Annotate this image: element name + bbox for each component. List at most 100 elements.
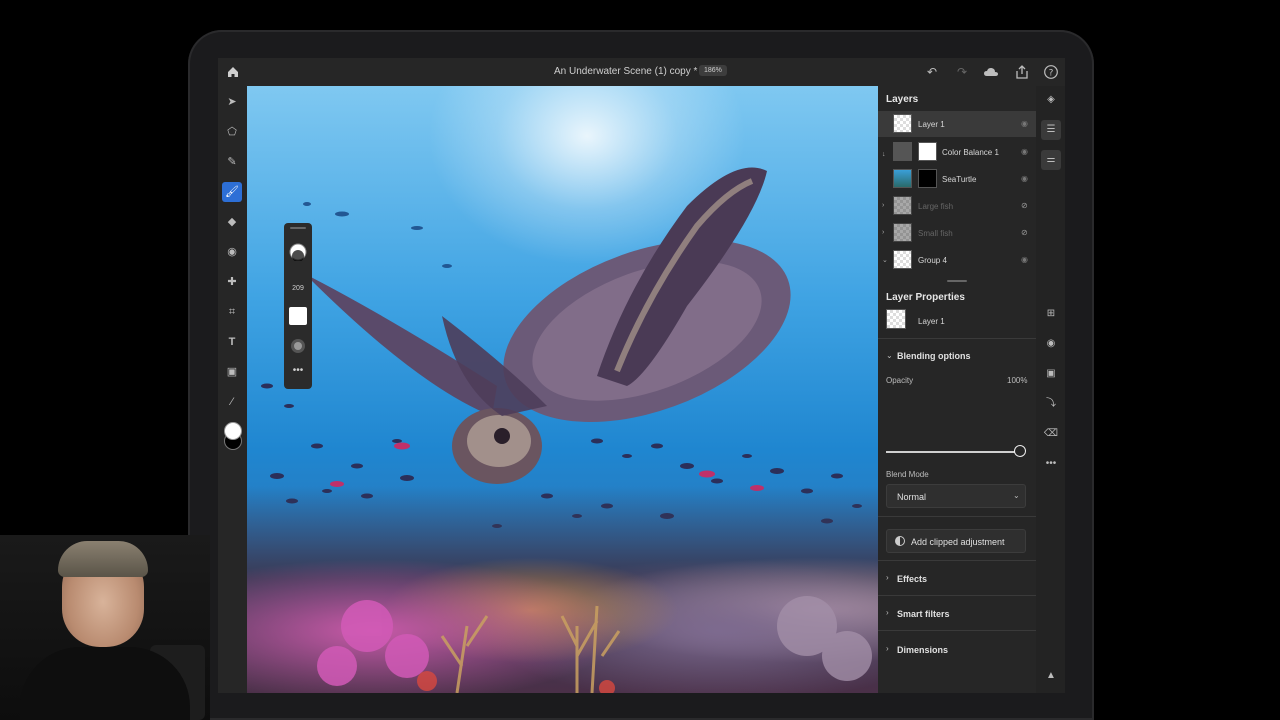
layer-row-layer-1[interactable]: Layer 1 ◉ [878, 111, 1036, 137]
brush-hardness-icon[interactable] [289, 337, 307, 355]
divider [878, 516, 1036, 517]
divider [878, 338, 1036, 339]
layer-properties-icon[interactable]: ☰ [1041, 120, 1061, 140]
healing-tool-icon[interactable]: ✚ [222, 272, 242, 292]
warning-icon[interactable]: ▲ [1041, 666, 1061, 686]
visibility-icon[interactable]: ◉ [1041, 334, 1061, 354]
opacity-slider-knob[interactable] [1014, 445, 1026, 457]
move-tool-icon[interactable]: ➤ [222, 92, 242, 112]
chevron-right-icon[interactable]: › [886, 573, 889, 582]
share-icon[interactable] [1014, 64, 1030, 80]
app-screen: An Underwater Scene (1) copy * 186% ↶ ↷ … [218, 58, 1065, 693]
zoom-level-badge[interactable]: 186% [699, 65, 727, 76]
layer-thumbnail [893, 250, 912, 269]
layer-name: Layer 1 [918, 120, 945, 129]
brush-color-swatch[interactable] [289, 307, 307, 325]
eraser-layer-icon[interactable]: ⌫ [1041, 424, 1061, 444]
effects-toggle[interactable]: Effects [897, 574, 927, 584]
clip-layer-icon[interactable]: ⤵ [1041, 394, 1061, 414]
visibility-eye-icon[interactable]: ◉ [1021, 174, 1031, 184]
collapse-chevron-icon[interactable]: ⌄ [882, 256, 888, 264]
presenter-hair [58, 541, 148, 577]
hidden-eye-icon[interactable]: ⊘ [1021, 228, 1031, 238]
cloud-icon[interactable] [983, 64, 999, 80]
layer-name: Color Balance 1 [942, 148, 999, 157]
top-bar: An Underwater Scene (1) copy * 186% ↶ ↷ … [218, 58, 1065, 86]
eraser-tool-icon[interactable]: ◆ [222, 212, 242, 232]
smart-filters-toggle[interactable]: Smart filters [897, 609, 950, 619]
adjustment-thumbnail [893, 142, 912, 161]
foreground-color-swatch[interactable] [224, 422, 242, 440]
layers-title: Layers [886, 94, 919, 105]
home-icon[interactable] [226, 65, 240, 79]
layer-thumbnail [893, 223, 912, 242]
presenter-body [20, 647, 190, 720]
layer-row-large-fish[interactable]: › Large fish ⊘ [878, 193, 1036, 219]
place-image-tool-icon[interactable]: ▣ [222, 362, 242, 382]
sea-turtle [305, 167, 791, 484]
adjustments-sliders-icon[interactable]: ⚌ [1041, 150, 1061, 170]
layer-thumbnail [893, 169, 912, 188]
divider [878, 630, 1036, 631]
chevron-down-icon: ⌄ [1013, 491, 1020, 500]
mask-icon[interactable]: ▣ [1041, 364, 1061, 384]
more-options-icon[interactable]: ••• [284, 365, 312, 376]
panel-rail: ◈ ☰ ⚌ ⊞ ◉ ▣ ⤵ ⌫ ••• ▲ [1036, 86, 1065, 693]
chevron-right-icon[interactable]: › [886, 644, 889, 653]
brush-size-value[interactable]: 209 [284, 285, 312, 292]
layer-name: SeaTurtle [942, 175, 977, 184]
tools-toolbar: ➤ ⬠ ✎ 🖌 ◆ ◉ ✚ ⌗ T ▣ ⁄ [218, 86, 247, 693]
layer-thumbnail [893, 196, 912, 215]
layers-panel: Layers Layer 1 ◉ ↓ Color Balance 1 ◉ Sea… [878, 86, 1036, 693]
layer-row-color-balance[interactable]: ↓ Color Balance 1 ◉ [878, 139, 1036, 165]
more-options-icon[interactable]: ••• [1041, 454, 1061, 474]
panel-resize-handle[interactable] [947, 280, 967, 282]
chevron-right-icon[interactable]: › [886, 608, 889, 617]
layer-name: Small fish [918, 229, 953, 238]
brush-settings-panel: 209 ••• [284, 223, 312, 389]
chevron-down-icon[interactable]: ⌄ [886, 351, 893, 360]
visibility-eye-icon[interactable]: ◉ [1021, 255, 1031, 265]
undo-icon[interactable]: ↶ [924, 64, 940, 80]
visibility-eye-icon[interactable]: ◉ [1021, 147, 1031, 157]
panel-grabber[interactable] [290, 227, 306, 229]
layer-row-small-fish[interactable]: › Small fish ⊘ [878, 220, 1036, 246]
layer-thumbnail [893, 114, 912, 133]
expand-chevron-icon[interactable]: › [882, 229, 884, 236]
mask-thumbnail [918, 142, 937, 161]
divider [878, 560, 1036, 561]
opacity-slider-track[interactable] [886, 451, 1016, 453]
layer-row-seaturtle[interactable]: SeaTurtle ◉ [878, 166, 1036, 192]
add-clipped-adjustment-button[interactable]: Add clipped adjustment [886, 529, 1026, 553]
redo-icon[interactable]: ↷ [954, 64, 970, 80]
brush-tip-icon[interactable] [289, 243, 307, 261]
brush-tool-icon[interactable]: 🖌 [222, 182, 242, 202]
layer-name: Large fish [918, 202, 954, 211]
svg-text:?: ? [1049, 68, 1054, 78]
layer-properties-title: Layer Properties [886, 292, 965, 303]
help-icon[interactable]: ? [1043, 64, 1059, 80]
type-tool-icon[interactable]: T [222, 332, 242, 352]
opacity-value: 100% [1007, 376, 1028, 385]
layer-row-group-4[interactable]: ⌄ Group 4 ◉ [878, 247, 1036, 273]
add-layer-icon[interactable]: ⊞ [1041, 304, 1061, 324]
properties-thumbnail [886, 309, 906, 329]
quick-select-tool-icon[interactable]: ✎ [222, 152, 242, 172]
layers-icon[interactable]: ◈ [1041, 90, 1061, 110]
dimensions-toggle[interactable]: Dimensions [897, 645, 948, 655]
clip-arrow-icon: ↓ [882, 151, 886, 158]
layer-name: Group 4 [918, 256, 947, 265]
eyedropper-tool-icon[interactable]: ⁄ [222, 392, 242, 412]
mask-thumbnail [918, 169, 937, 188]
divider [878, 595, 1036, 596]
hidden-eye-icon[interactable]: ⊘ [1021, 201, 1031, 211]
opacity-label: Opacity [886, 376, 914, 385]
crop-tool-icon[interactable]: ⌗ [222, 302, 242, 322]
blending-options-toggle[interactable]: Blending options [897, 351, 971, 361]
lasso-select-tool-icon[interactable]: ⬠ [222, 122, 242, 142]
blend-mode-dropdown[interactable]: Normal ⌄ [886, 484, 1026, 508]
image-canvas[interactable]: 209 ••• [247, 86, 878, 693]
fill-tool-icon[interactable]: ◉ [222, 242, 242, 262]
expand-chevron-icon[interactable]: › [882, 202, 884, 209]
visibility-eye-icon[interactable]: ◉ [1021, 119, 1031, 129]
